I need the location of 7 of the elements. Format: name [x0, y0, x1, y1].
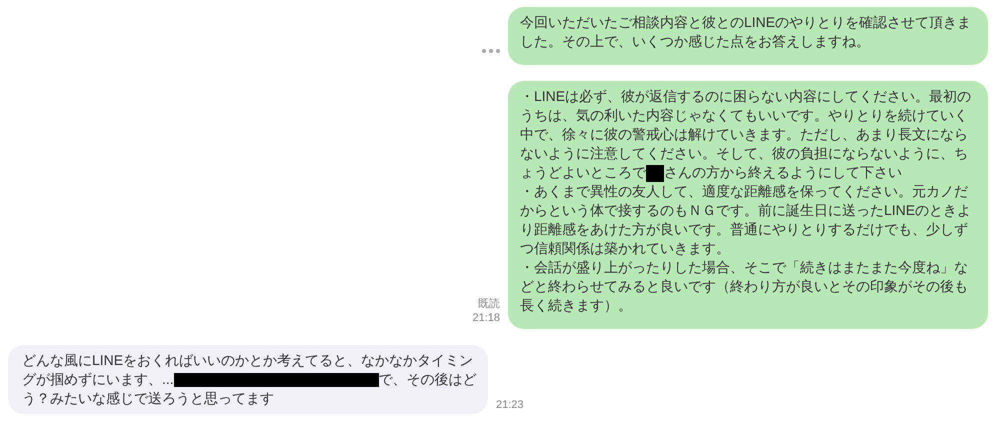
message-time: 21:18: [472, 311, 500, 325]
message-time: 21:23: [496, 398, 524, 412]
message-text: どんな風にLINEをおくればいいのかとか考えてると、なかなかタイミングが掴めずにいます、... で、その後はどう？みたいな感じで送ろうと思ってます: [22, 351, 478, 408]
ellipsis-icon[interactable]: [482, 49, 500, 53]
message-text: ・LINEは必ず、彼が返信するのに困らない内容にしてください。最初のうちは、気の利いた内容じゃなくてもいいです。やりとりを続けていく中で、徐々に彼の警戒心は解けていきます。ただし、あまり長文にならないように注意してください。そして、彼の負担にならないように、ちょうどよいところで さんの方から終えるようにして下さい ・あくまで異性の友人して、適度な距離感を保ってください。元カノだからという体で接するのもＮＧです。前に誕生日に送ったLINEのときより距離感をあけた方が良いです。普通にやりとりするだけでも、少しずつ信頼関係は築かれていきます。 ・会話が盛り上がったりした場合、そこで「続きはまたまた今度ね」などと終わらせてみると良いです（終わり方が良いとその印象がその後も長く続きます）。: [520, 87, 972, 315]
read-label: 既読: [478, 297, 500, 311]
message-text: 今回いただいたご相談内容と彼とのLINEのやりとりを確認させて頂きました。その上で、いくつか感じた点をお答えしますね。: [520, 13, 972, 51]
